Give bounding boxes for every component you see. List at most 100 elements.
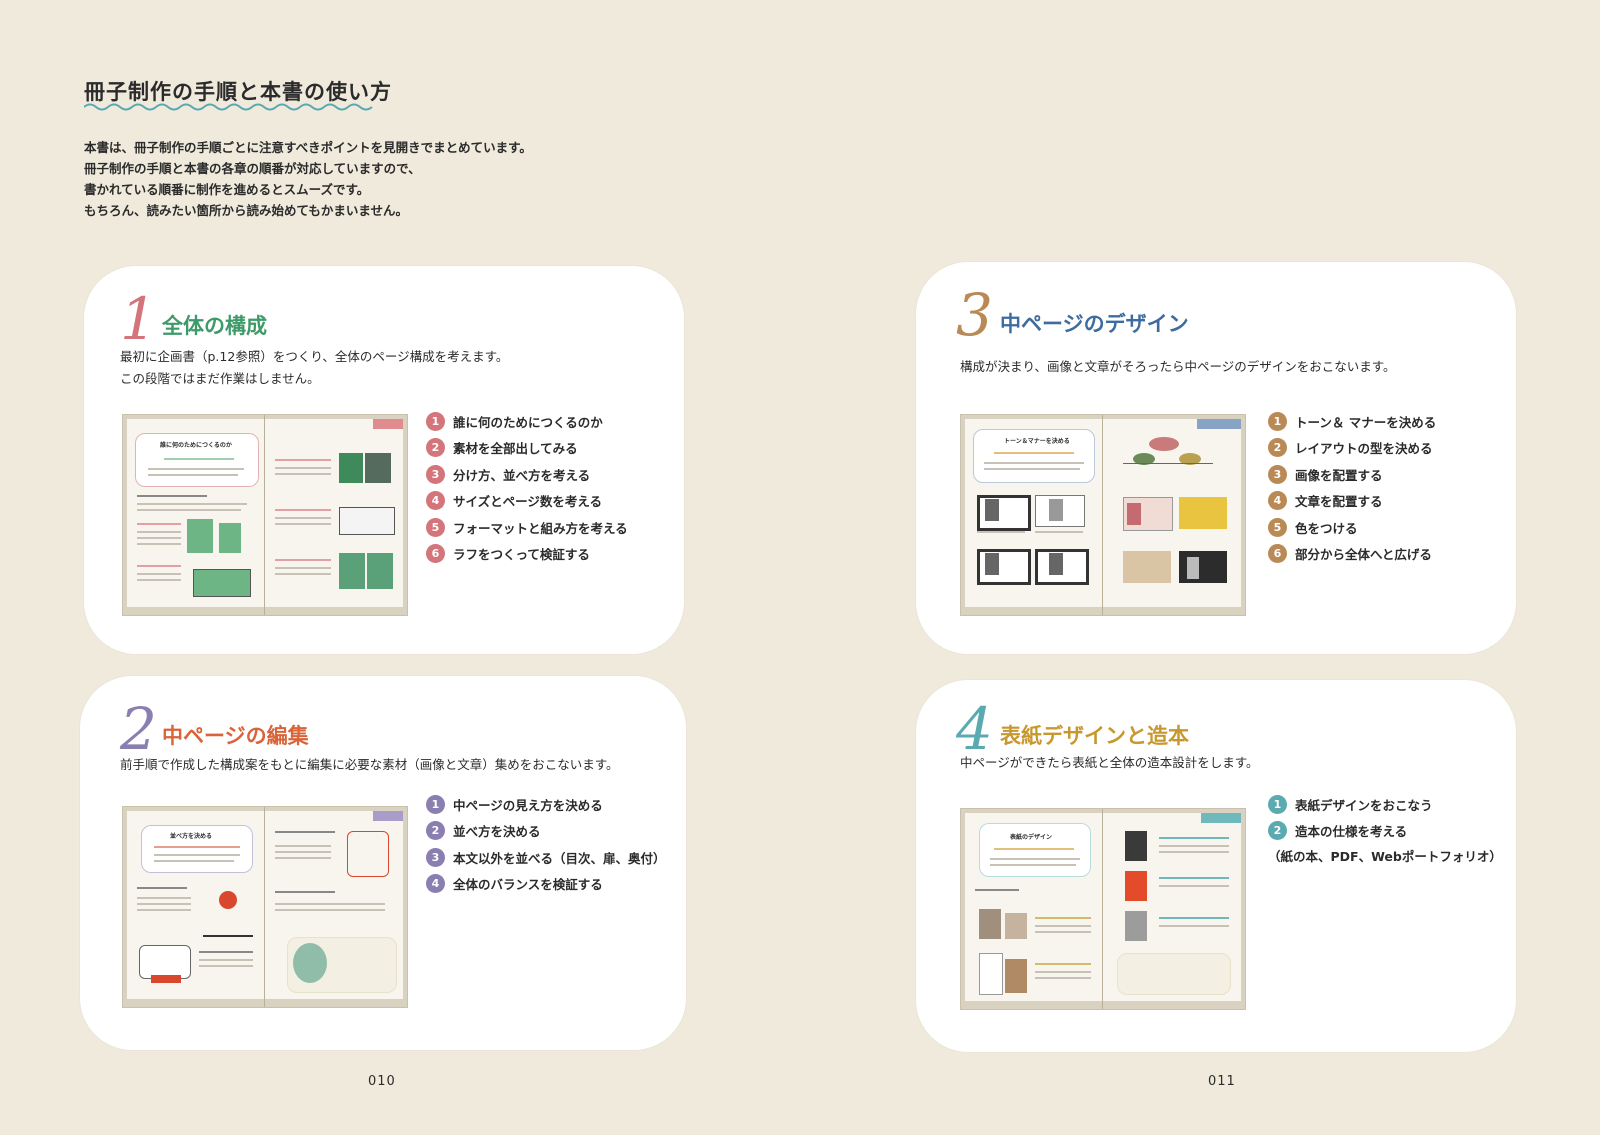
step-label: トーン＆ マナーを決める <box>1295 414 1437 430</box>
step-label: ラフをつくって検証する <box>453 547 590 563</box>
step-label: 表紙デザインをおこなう <box>1295 797 1433 813</box>
wavy-underline <box>84 103 373 111</box>
step-number-badge: 1 <box>1268 794 1287 814</box>
step-number-badge: 2 <box>426 438 445 458</box>
step-number-badge: 6 <box>1268 544 1287 564</box>
step-label: 文章を配置する <box>1295 494 1383 510</box>
step-label: 色をつける <box>1295 520 1358 536</box>
step-number-badge: 3 <box>426 847 445 867</box>
description-line: 構成が決まり、画像と文章がそろったら中ページのデザインをおこないます。 <box>960 359 1396 374</box>
section-title: 表紙デザインと造本 <box>1000 724 1189 748</box>
right-page <box>1103 419 1241 607</box>
step-item: 2 造本の仕様を考える <box>1268 818 1502 845</box>
left-page: 並べ方を決める <box>127 811 265 999</box>
section-number: 4 <box>956 695 993 763</box>
step-list: 1 中ページの見え方を決める 2 並べ方を決める 3 本文以外を並べる（目次、扉、奥付… <box>426 791 666 897</box>
step-number-badge: 4 <box>426 874 445 894</box>
thumb-heading: 誰に何のためにつくるのか <box>160 442 232 449</box>
book-spread-thumbnail: トーン＆マナーを決める <box>960 414 1246 616</box>
intro-line: もちろん、読みたい箇所から読み始めてもかまいません。 <box>84 203 409 218</box>
step-label: 全体のバランスを検証する <box>453 877 603 893</box>
step-label: 誰に何のためにつくるのか <box>453 414 603 430</box>
right-page <box>265 811 403 999</box>
intro-text: 本書は、冊子制作の手順ごとに注意すべきポイントを見開きでまとめています。 冊子制… <box>84 137 532 221</box>
step-number-badge: 6 <box>426 544 445 564</box>
step-label: 素材を全部出してみる <box>453 441 578 457</box>
step-item: 2 並べ方を決める <box>426 818 666 845</box>
book-spread-thumbnail: 表紙のデザイン <box>960 808 1246 1010</box>
step-list: 1 表紙デザインをおこなう 2 造本の仕様を考える （紙の本、PDF、Webポートフ… <box>1268 791 1502 865</box>
step-number-badge: 3 <box>426 464 445 484</box>
step-item: 5 フォーマットと組み方を考える <box>426 514 628 541</box>
section-number: 3 <box>956 281 993 349</box>
section-number: 2 <box>120 695 157 763</box>
section-card-2: 2 中ページの編集 前手順で作成した構成案をもとに編集に必要な素材（画像と文章）… <box>80 676 686 1050</box>
section-number: 1 <box>120 285 157 353</box>
step-item: 1 誰に何のためにつくるのか <box>426 408 628 435</box>
section-description: 中ページができたら表紙と全体の造本設計をします。 <box>960 752 1259 774</box>
step-item: 3 画像を配置する <box>1268 461 1436 488</box>
step-label: 並べ方を決める <box>453 824 541 840</box>
step-number-badge: 5 <box>426 517 445 537</box>
section-card-4: 4 表紙デザインと造本 中ページができたら表紙と全体の造本設計をします。 表紙の… <box>916 680 1516 1052</box>
step-label: フォーマットと組み方を考える <box>453 520 628 536</box>
section-description: 前手順で作成した構成案をもとに編集に必要な素材（画像と文章）集めをおこないます。 <box>120 754 619 776</box>
step-item: 2 レイアウトの型を決める <box>1268 435 1436 462</box>
step-list: 1 誰に何のためにつくるのか 2 素材を全部出してみる 3 分け方、並べ方を考える 4… <box>426 408 628 567</box>
step-number-badge: 1 <box>1268 411 1287 431</box>
step-number-badge: 3 <box>1268 464 1287 484</box>
step-label: 部分から全体へと広げる <box>1295 547 1432 563</box>
step-number-badge: 1 <box>426 794 445 814</box>
section-title: 中ページの編集 <box>162 724 309 748</box>
step-item: 1 中ページの見え方を決める <box>426 791 666 818</box>
step-item: 1 表紙デザインをおこなう <box>1268 791 1502 818</box>
description-line: 前手順で作成した構成案をもとに編集に必要な素材（画像と文章）集めをおこないます。 <box>120 757 619 772</box>
intro-line: 書かれている順番に制作を進めるとスムーズです。 <box>84 182 370 197</box>
steps-note: （紙の本、PDF、Webポートフォリオ） <box>1268 849 1502 864</box>
step-label: 本文以外を並べる（目次、扉、奥付） <box>453 850 666 866</box>
page-number-right: 011 <box>1208 1074 1236 1089</box>
step-number-badge: 5 <box>1268 517 1287 537</box>
step-number-badge: 4 <box>1268 491 1287 511</box>
step-item: 2 素材を全部出してみる <box>426 435 628 462</box>
step-number-badge: 1 <box>426 411 445 431</box>
step-item: 6 部分から全体へと広げる <box>1268 541 1436 568</box>
step-label: 画像を配置する <box>1295 467 1383 483</box>
section-title: 全体の構成 <box>162 314 267 338</box>
intro-line: 冊子制作の手順と本書の各章の順番が対応していますので、 <box>84 161 421 176</box>
step-item: 6 ラフをつくって検証する <box>426 541 628 568</box>
left-page: 表紙のデザイン <box>965 813 1103 1001</box>
left-page: 誰に何のためにつくるのか <box>127 419 265 607</box>
step-item: 3 分け方、並べ方を考える <box>426 461 628 488</box>
section-title: 中ページのデザイン <box>1000 312 1189 336</box>
description-line: 中ページができたら表紙と全体の造本設計をします。 <box>960 755 1259 770</box>
description-line: 最初に企画書（p.12参照）をつくり、全体のページ構成を考えます。 <box>120 349 509 364</box>
step-label: 造本の仕様を考える <box>1295 824 1408 840</box>
intro-line: 本書は、冊子制作の手順ごとに注意すべきポイントを見開きでまとめています。 <box>84 140 532 155</box>
step-item: 4 文章を配置する <box>1268 488 1436 515</box>
step-item: 4 全体のバランスを検証する <box>426 871 666 898</box>
section-card-3: 3 中ページのデザイン 構成が決まり、画像と文章がそろったら中ページのデザインを… <box>916 262 1516 654</box>
section-card-1: 1 全体の構成 最初に企画書（p.12参照）をつくり、全体のページ構成を考えます… <box>84 266 684 654</box>
step-number-badge: 4 <box>426 491 445 511</box>
step-item: 4 サイズとページ数を考える <box>426 488 628 515</box>
step-number-badge: 2 <box>1268 821 1287 841</box>
description-line: この段階ではまだ作業はしません。 <box>120 371 320 386</box>
page-number-left: 010 <box>368 1074 396 1089</box>
step-item: 3 本文以外を並べる（目次、扉、奥付） <box>426 844 666 871</box>
right-page <box>265 419 403 607</box>
step-label: レイアウトの型を決める <box>1295 441 1433 457</box>
book-spread-thumbnail: 誰に何のためにつくるのか <box>122 414 408 616</box>
step-label: サイズとページ数を考える <box>453 494 603 510</box>
step-item: 5 色をつける <box>1268 514 1436 541</box>
step-label: 分け方、並べ方を考える <box>453 467 591 483</box>
thumb-heading: トーン＆マナーを決める <box>1004 438 1070 445</box>
section-description: 構成が決まり、画像と文章がそろったら中ページのデザインをおこないます。 <box>960 356 1396 378</box>
step-number-badge: 2 <box>1268 438 1287 458</box>
thumb-heading: 表紙のデザイン <box>1010 834 1053 841</box>
step-label: 中ページの見え方を決める <box>453 797 603 813</box>
left-page: トーン＆マナーを決める <box>965 419 1103 607</box>
step-list: 1 トーン＆ マナーを決める 2 レイアウトの型を決める 3 画像を配置する 4 文章を… <box>1268 408 1436 567</box>
right-page <box>1103 813 1241 1001</box>
step-number-badge: 2 <box>426 821 445 841</box>
